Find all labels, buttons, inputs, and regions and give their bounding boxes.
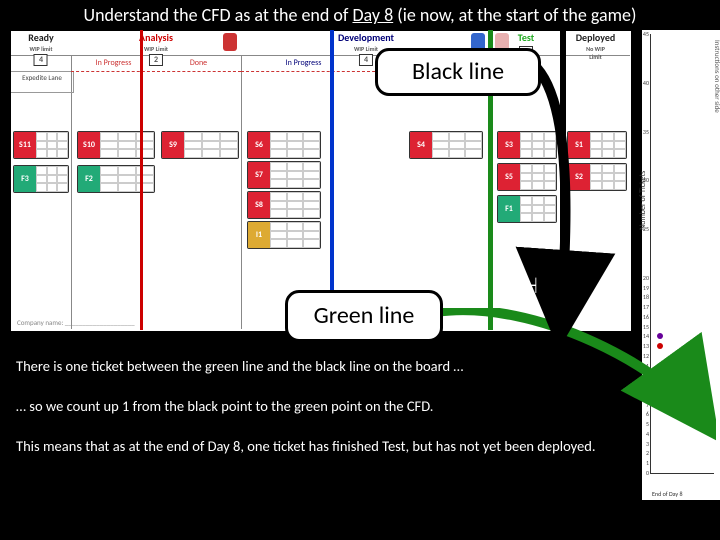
subcol-in-progress: In Progress	[71, 55, 156, 71]
ticket-f3: F3	[13, 165, 69, 193]
ticket-s8: S8	[247, 191, 321, 219]
board-footer: Company name: ____________________	[17, 318, 135, 327]
cfd-ytick: 2	[639, 449, 649, 457]
black-arrow	[532, 68, 572, 308]
cfd-xlabel: End of Day 8	[652, 490, 683, 498]
ticket-s1: S1	[567, 131, 627, 159]
col-name: Ready	[28, 31, 54, 44]
subcol-done: Done	[156, 55, 241, 71]
wip-label: WIP limit 4	[30, 45, 53, 66]
subcol-in-progress: In Progress	[241, 55, 366, 71]
ticket-i1: I1	[247, 221, 321, 249]
ticket-s11: S11	[13, 131, 69, 159]
sub-headers: In Progress Done	[71, 55, 241, 72]
cfd-ytick: 1	[639, 459, 649, 467]
column-header: Analysis WIP Limit 2	[71, 31, 241, 56]
col-name: Test	[518, 31, 534, 44]
expedite-lane: Expedite Lane	[11, 71, 74, 93]
gap-count-label: 1	[500, 273, 512, 302]
cfd-ytick: 40	[639, 79, 649, 87]
title-prefix: Understand the CFD as at the end of	[84, 4, 353, 26]
cfd-ytick: 20	[639, 274, 649, 282]
cfd-ytick: 25	[639, 225, 649, 233]
analyst-avatar-icon	[223, 33, 237, 51]
ticket-f2: F2	[77, 165, 155, 193]
wip-label: No WIP Limit	[586, 45, 605, 61]
green-line-callout: Green line	[285, 290, 443, 342]
ticket-s9: S9	[161, 131, 239, 159]
dev-boundary-line	[330, 30, 334, 330]
cfd-ytick: 0	[639, 469, 649, 477]
col-name: Deployed	[576, 31, 616, 44]
ticket-s10: S10	[77, 131, 155, 159]
cfd-ytick: 19	[639, 284, 649, 292]
black-line-callout: Black line	[375, 48, 541, 96]
ticket-s2: S2	[567, 163, 627, 191]
slide-title: Understand the CFD as at the end of Day …	[0, 4, 720, 26]
ticket-s6: S6	[247, 131, 321, 159]
cfd-ytick: 30	[639, 176, 649, 184]
title-day: Day 8	[352, 4, 393, 26]
col-name: Analysis	[139, 31, 173, 44]
green-arrow	[436, 308, 716, 448]
gap-brace-left: ⊢	[476, 272, 488, 299]
ticket-s4: S4	[409, 131, 483, 159]
analysis-boundary-line	[140, 30, 143, 330]
cfd-ytick: 45	[639, 30, 649, 38]
column-header: Deployed No WIP Limit	[561, 31, 630, 56]
title-suffix: (ie now, at the start of the game)	[393, 4, 636, 26]
col-name: Development	[338, 31, 394, 44]
wip-value: 4	[34, 54, 48, 66]
cfd-ytick: 35	[639, 128, 649, 136]
slide: Understand the CFD as at the end of Day …	[0, 0, 720, 540]
ticket-s7: S7	[247, 161, 321, 189]
cfd-ytick: 18	[639, 293, 649, 301]
gap-brace-right: ⊣	[526, 272, 538, 299]
column-header: Ready WIP limit 4	[11, 31, 71, 56]
